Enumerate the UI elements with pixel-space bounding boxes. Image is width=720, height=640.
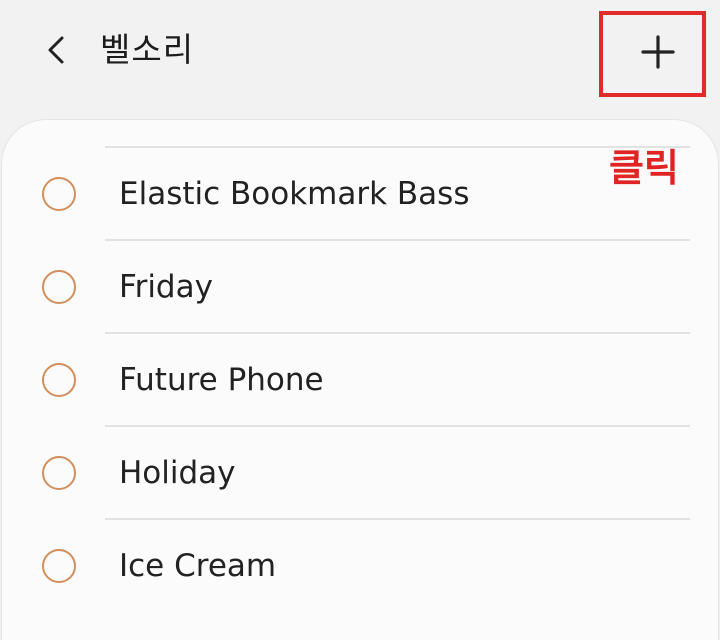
ringtone-item[interactable]: Ice Cream: [2, 520, 718, 613]
ringtone-label: Future Phone: [119, 362, 324, 398]
chevron-left-icon: [48, 36, 64, 64]
radio-button[interactable]: [42, 177, 76, 211]
ringtone-item[interactable]: Future Phone: [2, 334, 718, 427]
ringtone-label: Ice Cream: [119, 548, 277, 584]
ringtone-list: Elastic Bookmark Bass Friday Future Phon…: [2, 148, 718, 613]
app-header: 벨소리: [0, 0, 720, 110]
ringtone-item[interactable]: Friday: [2, 241, 718, 334]
radio-button[interactable]: [42, 270, 76, 304]
radio-button[interactable]: [42, 549, 76, 583]
ringtone-label: Holiday: [119, 455, 236, 491]
highlight-box: [599, 11, 706, 97]
ringtone-label: Elastic Bookmark Bass: [119, 176, 470, 212]
ringtone-list-card: Elastic Bookmark Bass Friday Future Phon…: [2, 120, 718, 640]
back-button[interactable]: [30, 24, 82, 76]
radio-button[interactable]: [42, 456, 76, 490]
radio-button[interactable]: [42, 363, 76, 397]
page-title: 벨소리: [100, 30, 195, 69]
ringtone-item[interactable]: Holiday: [2, 427, 718, 520]
ringtone-label: Friday: [119, 269, 213, 305]
click-annotation: 클릭: [609, 146, 679, 190]
